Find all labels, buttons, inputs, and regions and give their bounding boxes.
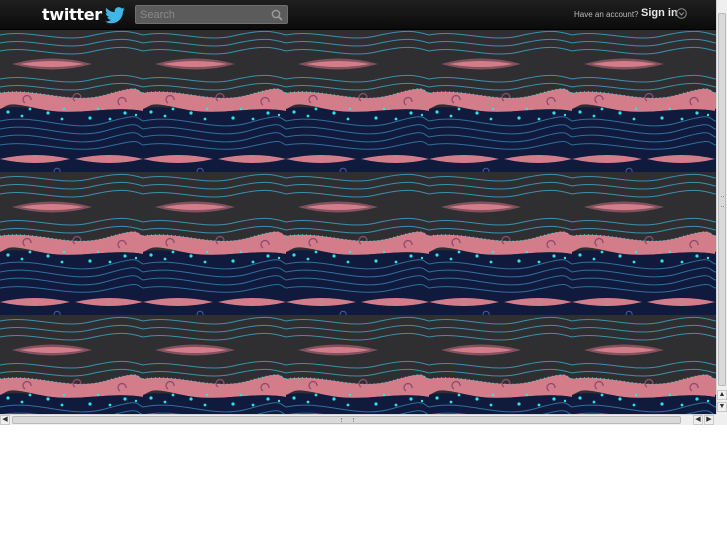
have-account-text: Have an account? [574, 10, 639, 19]
background-wave-pattern [0, 29, 716, 414]
search-box [135, 5, 288, 24]
scroll-left-button[interactable]: ◀ [0, 415, 10, 425]
scroll-down-button[interactable]: ▼ [717, 402, 727, 412]
horizontal-scroll-thumb[interactable] [12, 416, 681, 424]
sign-in-link[interactable]: Sign in [641, 6, 678, 21]
scroll-left-button-secondary[interactable]: ◀ [693, 415, 703, 425]
scroll-up-button[interactable]: ▲ [717, 390, 727, 400]
search-icon[interactable] [271, 9, 283, 21]
scroll-grip-icon [721, 196, 724, 207]
scroll-grip-icon [341, 418, 354, 422]
twitter-logo[interactable]: twitter [42, 4, 126, 26]
logo-wordmark: twitter [42, 5, 102, 24]
chevron-down-icon[interactable] [676, 8, 687, 19]
browser-viewport: twitter Have an account? Sign in ▲ ▼ ◀ [0, 0, 727, 425]
top-bar: twitter Have an account? Sign in [0, 0, 716, 30]
scrollbar-corner [716, 414, 727, 425]
vertical-scrollbar[interactable]: ▲ ▼ [716, 0, 727, 414]
vertical-scroll-thumb[interactable] [718, 13, 726, 386]
search-input[interactable] [140, 7, 266, 22]
bird-icon [105, 7, 125, 24]
scroll-right-button[interactable]: ▶ [704, 415, 714, 425]
horizontal-scrollbar[interactable]: ◀ ◀ ▶ [0, 414, 716, 425]
